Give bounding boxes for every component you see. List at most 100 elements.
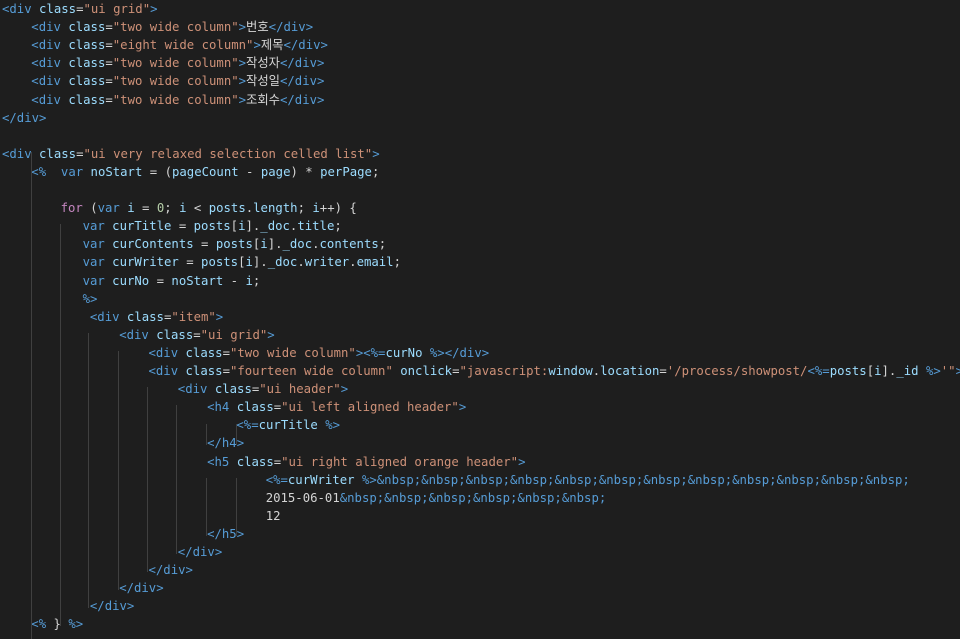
code-line[interactable]: </div> [0,561,193,579]
code-line[interactable]: <div class="ui grid"> [0,326,275,344]
code-token: curTitle [258,418,318,433]
code-token: i [874,364,882,378]
code-token: 작성일 [246,74,280,89]
code-token: = [105,20,113,35]
indent-guide [88,333,89,609]
code-line[interactable]: <div class="fourteen wide column" onclic… [0,362,960,380]
code-token: var [97,201,120,216]
code-line[interactable]: <div class="two wide column">작성자</div> [0,54,324,72]
code-line[interactable] [0,181,2,199]
code-line[interactable]: 12 [0,507,281,525]
code-token: posts [215,237,253,252]
code-token: [ [230,219,239,234]
code-line[interactable]: <% } %> [0,615,83,633]
code-token: = [193,237,216,252]
code-line[interactable]: %> [0,290,98,308]
code-editor[interactable]: <div class="ui grid"> <div class="two wid… [0,0,960,639]
code-line[interactable]: var curNo = noStart - i; [0,272,261,290]
code-token: <div [31,92,69,107]
code-line[interactable]: var curTitle = posts[i]._doc.title; [0,217,342,235]
code-token: . [312,237,320,252]
code-token: </h5> [207,526,245,541]
code-token: "javascript: [459,364,549,378]
code-line[interactable]: <div class="ui grid"> [0,0,158,18]
code-token: var [82,255,105,270]
code-token: </h4> [207,436,245,451]
code-token: > [238,92,247,107]
code-token: <%= [807,364,830,378]
code-line[interactable]: <div class="two wide column"><%=curNo %>… [0,344,490,362]
code-token: "item" [171,309,216,324]
code-line[interactable]: <div class="ui very relaxed selection ce… [0,145,380,163]
code-line[interactable]: </div> [0,597,134,615]
code-token: > [340,382,349,397]
code-token: <div [31,38,69,53]
indent-guide [236,423,237,446]
code-line[interactable]: <div class="item"> [0,308,223,326]
code-line[interactable]: <h5 class="ui right aligned orange heade… [0,453,525,471]
code-token: %> [317,418,341,433]
code-token: "ui very relaxed selection celled list" [83,146,373,161]
code-token: </div> [279,56,325,71]
code-token: ; [334,219,342,234]
code-line[interactable]: </h5> [0,525,244,543]
code-token: = [222,345,230,360]
code-token: . [297,255,305,270]
code-token: posts [193,219,231,234]
code-token: for [60,201,83,216]
code-line[interactable]: 2015-06-01&nbsp;&nbsp;&nbsp;&nbsp;&nbsp;… [0,489,607,507]
code-token: = [105,56,113,71]
code-token: curWriter [287,472,355,487]
code-token: <% [31,164,47,179]
code-line[interactable]: </div> [0,543,222,561]
code-line[interactable]: <div class="eight wide column">제목</div> [0,36,328,54]
code-line[interactable]: <% var noStart = (pageCount - page) * pe… [0,163,379,181]
code-line[interactable]: for (var i = 0; i < posts.length; i++) { [0,199,357,217]
code-line[interactable]: </div> [0,109,46,127]
code-token: <div [148,364,186,378]
code-token: class [185,364,223,378]
code-token: <div [177,382,215,397]
code-line[interactable]: <div class="ui header"> [0,380,348,398]
code-token: posts [201,255,239,270]
code-token: "ui left aligned header" [281,400,459,415]
code-token: > [267,327,275,342]
code-token: ; [252,273,261,288]
code-token: ; [297,201,313,216]
code-token: curWriter [104,255,179,270]
code-token: = [105,38,113,53]
code-token: "two wide column" [112,56,239,71]
code-line[interactable] [0,127,2,145]
code-token: %> [354,472,377,487]
code-token: = [134,201,157,216]
code-token: 2015-06-01 [265,490,340,505]
code-token: = [193,327,201,342]
code-line[interactable]: </h4> [0,434,244,452]
code-token: <div [2,2,40,16]
code-line[interactable]: </div> [0,579,164,597]
indent-guide [206,477,207,536]
code-line[interactable]: <div class="two wide column">번호</div> [0,18,313,36]
code-token: onclick [392,364,453,378]
code-token: "two wide column" [112,92,239,107]
code-line[interactable]: <%=curTitle %> [0,416,340,434]
code-token: %> [68,617,84,632]
code-line[interactable]: <h4 class="ui left aligned header"> [0,398,466,416]
code-line[interactable]: <div class="two wide column">조회수</div> [0,91,324,109]
code-token: ++) { [319,201,357,216]
code-line[interactable]: <%=curWriter %>&nbsp;&nbsp;&nbsp;&nbsp;&… [0,471,910,489]
code-token: curContents [104,237,194,252]
code-token: <div [119,327,157,342]
code-token: i [260,237,268,252]
code-token: <h4 [207,400,237,415]
code-line[interactable]: <div class="two wide column">작성일</div> [0,72,324,90]
code-token: _doc [260,219,290,234]
code-token: </div> [119,581,164,596]
code-token: < [186,201,209,216]
code-token: = [105,74,113,89]
code-line[interactable]: var curContents = posts[i]._doc.contents… [0,235,387,253]
code-token: ( [82,201,98,216]
code-token: 조회수 [246,92,280,107]
code-token: "two wide column" [112,74,239,89]
code-token: ; [164,201,180,216]
